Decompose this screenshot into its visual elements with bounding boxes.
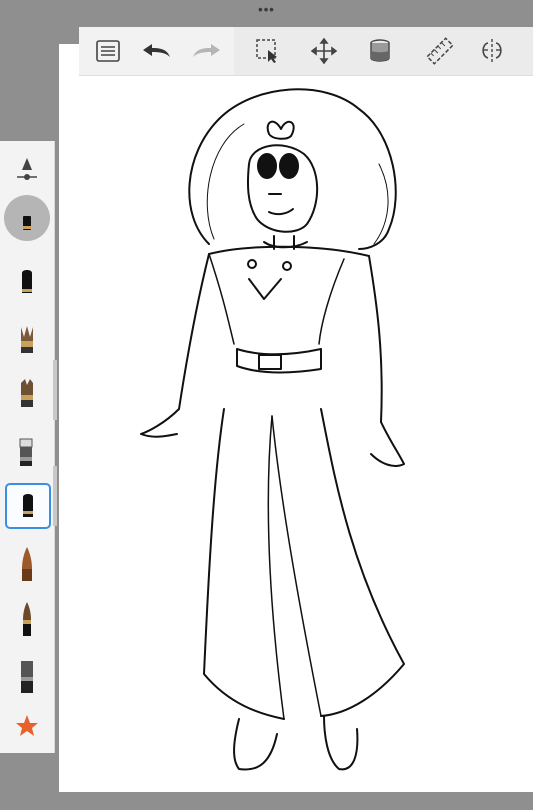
paint-brush[interactable] (4, 317, 50, 363)
marker-brush[interactable] (4, 429, 50, 475)
symmetry-icon[interactable] (477, 36, 507, 66)
window-handle-dots[interactable]: ••• (0, 2, 533, 17)
star-icon[interactable] (0, 711, 54, 741)
sketch-artwork (140, 88, 405, 771)
fill-bucket-icon[interactable] (365, 36, 395, 66)
brush-preview-circle[interactable] (0, 193, 54, 243)
redo-icon[interactable] (191, 36, 221, 66)
selection-icon[interactable] (253, 36, 283, 66)
top-toolbar (79, 27, 533, 76)
inker-brush[interactable] (5, 483, 51, 529)
fine-brush[interactable] (4, 596, 50, 642)
pen-brush[interactable] (4, 541, 50, 587)
sidebar-edge-marker (53, 360, 57, 420)
ruler-icon[interactable] (425, 36, 455, 66)
transform-move-icon[interactable] (309, 36, 339, 66)
brush-size-slider-icon[interactable] (0, 155, 54, 185)
layers-list-icon[interactable] (93, 36, 123, 66)
flat-brush[interactable] (4, 653, 50, 699)
undo-icon[interactable] (142, 36, 172, 66)
pencil-brush[interactable] (4, 261, 50, 307)
airbrush[interactable] (4, 371, 50, 417)
sidebar-edge-marker (53, 466, 57, 526)
brush-sidebar (0, 141, 55, 753)
